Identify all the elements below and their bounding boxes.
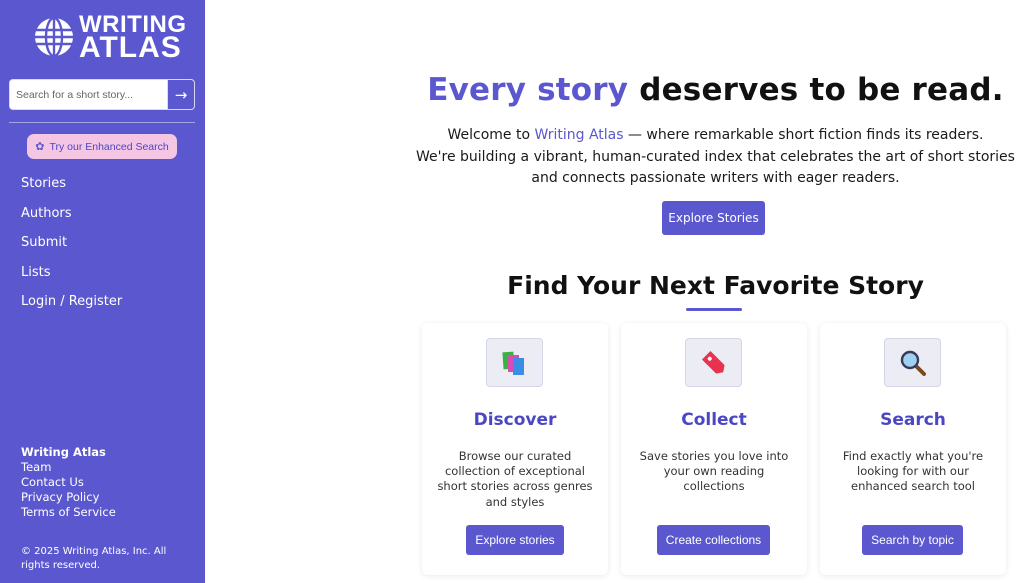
magnifier-icon [884,338,941,387]
section-title: Find Your Next Favorite Story [507,271,924,300]
nav-login-register[interactable]: Login / Register [21,293,122,323]
feature-card-title: Collect [681,410,747,430]
arrow-right-icon: → [174,85,188,104]
footer-link-privacy[interactable]: Privacy Policy [21,490,116,505]
logo-text-line2: ATLAS [79,31,182,64]
logo[interactable]: WRITING ATLAS [33,13,186,64]
footer-brand: Writing Atlas [21,445,106,459]
feature-card-search: Search Find exactly what you're looking … [820,323,1006,575]
copyright: © 2025 Writing Atlas, Inc. All rights re… [21,546,167,571]
footer-link-contact[interactable]: Contact Us [21,475,116,490]
hero-title-rest: deserves to be read. [639,72,1004,108]
books-icon [486,338,543,387]
search-input[interactable] [9,79,167,110]
feature-card-desc: Find exactly what you're looking for wit… [842,449,984,494]
feature-card-title: Search [880,410,946,430]
story-search: → [9,79,195,110]
feature-card-desc: Save stories you love into your own read… [639,449,789,494]
feature-card-collect: Collect Save stories you love into your … [621,323,807,575]
feature-card-desc: Browse our curated collection of excepti… [437,449,593,509]
sidebar-divider [9,122,195,123]
bookmark-tag-icon [685,338,742,387]
sidebar-footer: Writing Atlas Team Contact Us Privacy Po… [21,445,116,520]
feature-card-discover: Discover Browse our curated collection o… [422,323,608,575]
footer-link-team[interactable]: Team [21,460,116,475]
sparkle-icon: ✿ [35,141,45,153]
nav-submit[interactable]: Submit [21,234,122,264]
nav-lists[interactable]: Lists [21,264,122,294]
hero-desc-line3: and connects passionate writers with eag… [531,170,900,186]
hero-title: Every story deserves to be read. [205,72,1024,108]
hero-desc-post: — where remarkable short fiction finds i… [623,127,984,143]
explore-stories-card-button[interactable]: Explore stories [466,525,564,555]
sidebar: WRITING ATLAS → ✿ Try our Enhanced Searc… [0,0,205,583]
enhanced-search-button[interactable]: ✿ Try our Enhanced Search [27,134,177,159]
globe-icon [35,16,73,57]
enhanced-search-label: Try our Enhanced Search [49,140,169,153]
footer-link-terms[interactable]: Terms of Service [21,505,116,520]
feature-card-title: Discover [473,410,557,430]
hero-desc-line2: We're building a vibrant, human-curated … [416,148,1015,165]
nav-authors[interactable]: Authors [21,205,122,235]
hero-title-accent: Every story [427,72,629,108]
section-underline [686,308,742,311]
nav-stories[interactable]: Stories [21,175,122,205]
hero-desc-pre: Welcome to [447,127,535,143]
create-collections-button[interactable]: Create collections [657,525,770,555]
explore-stories-button[interactable]: Explore Stories [662,201,765,235]
search-submit-button[interactable]: → [167,79,195,110]
hero-desc-link[interactable]: Writing Atlas [535,127,624,143]
hero-description: Welcome to Writing Atlas — where remarka… [205,125,1024,190]
sidebar-nav: Stories Authors Submit Lists Login / Reg… [21,175,122,323]
search-by-topic-button[interactable]: Search by topic [862,525,963,555]
